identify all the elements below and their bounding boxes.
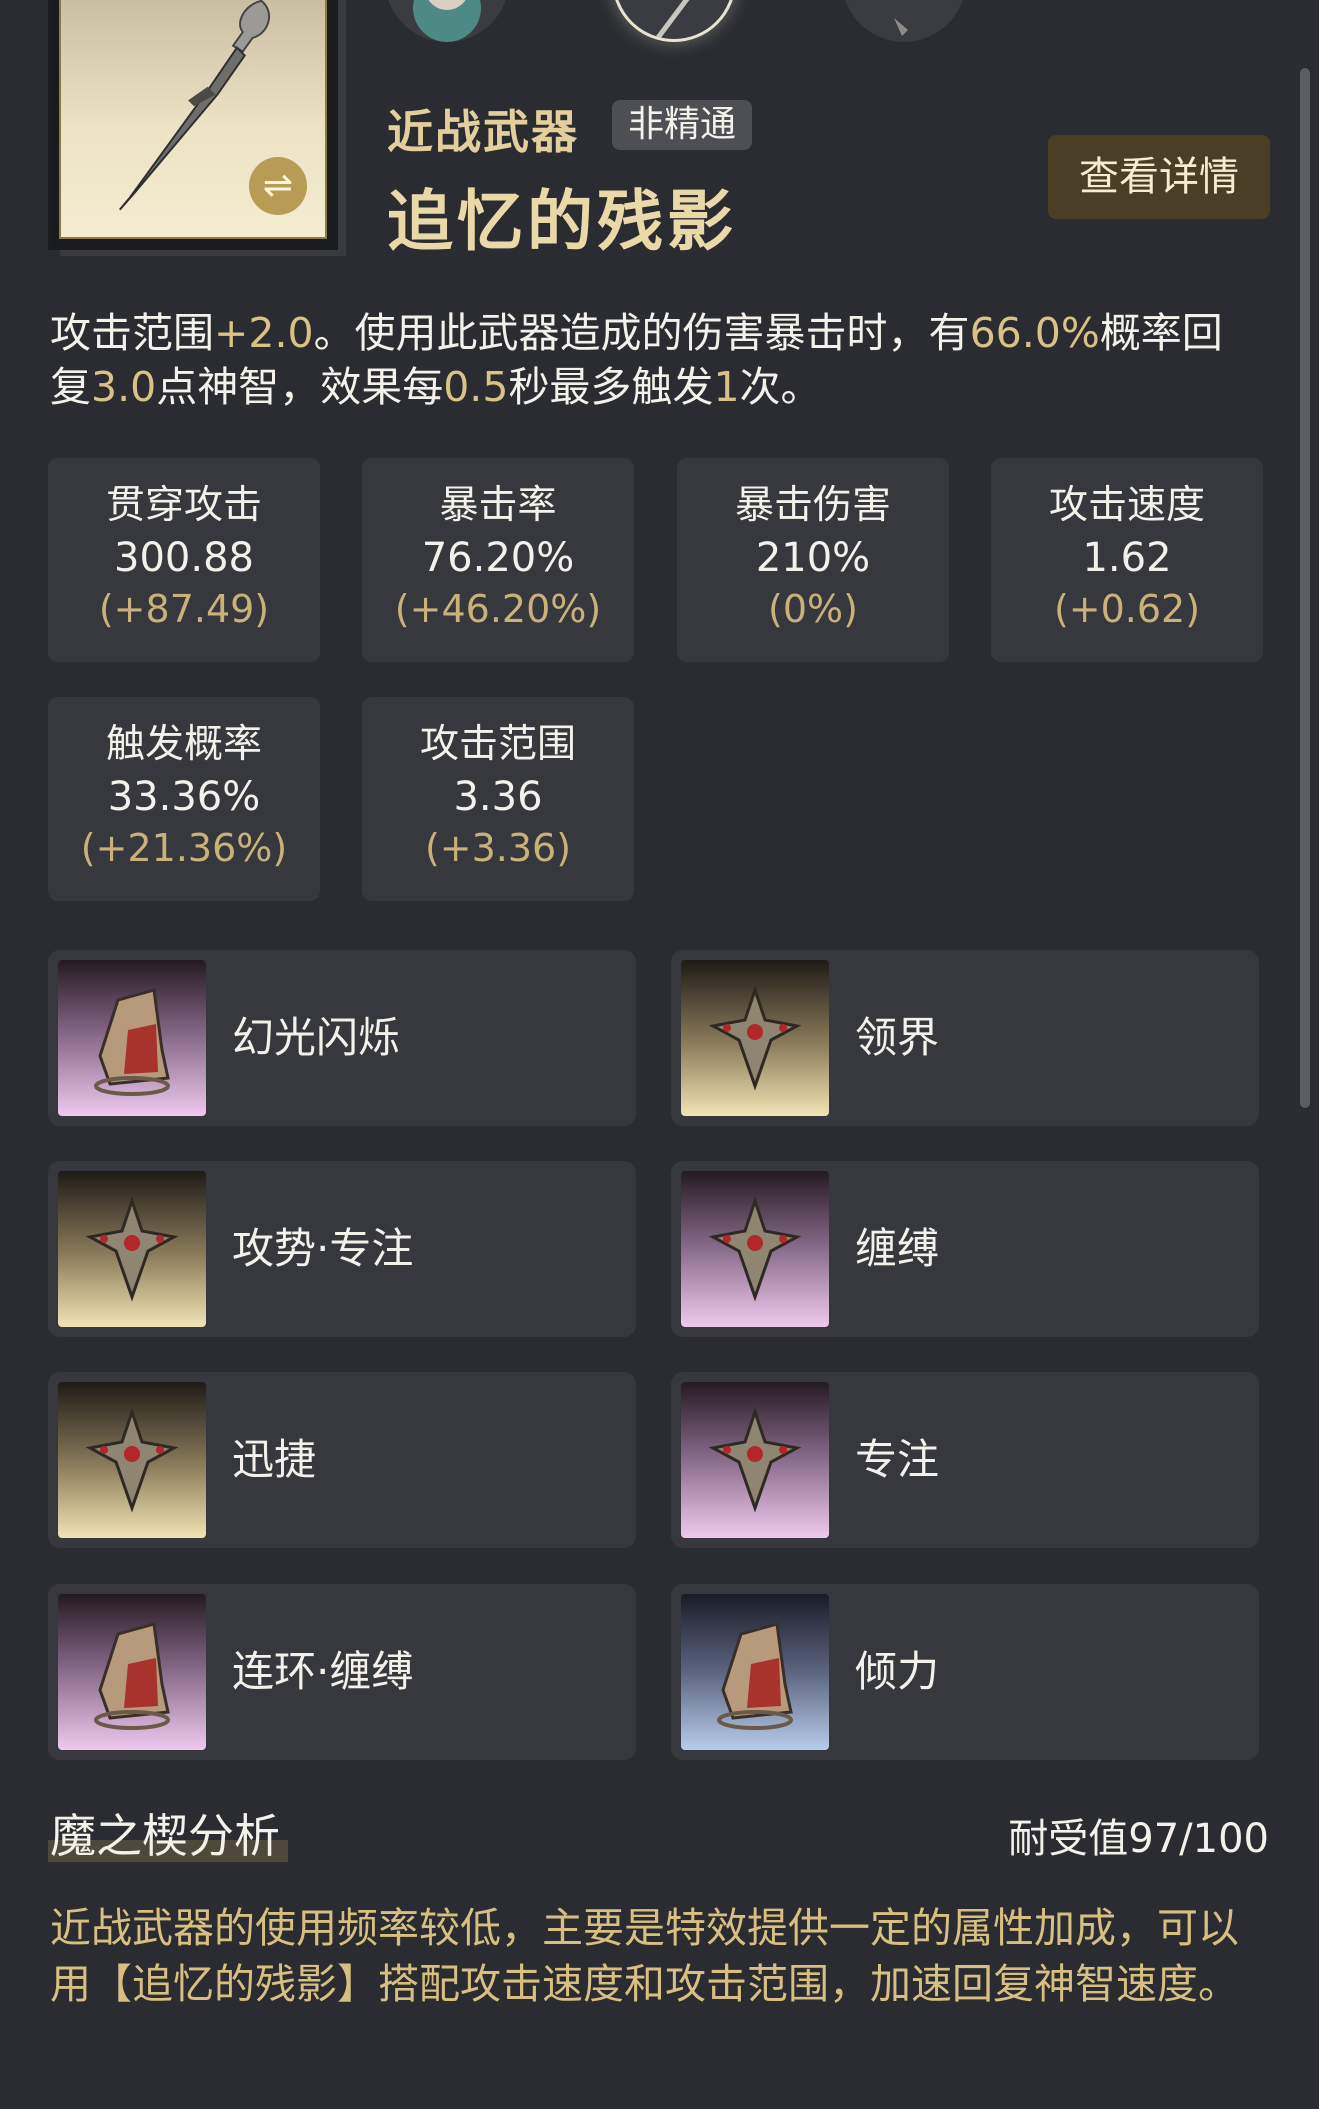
weapon-image: ⇌: [59, 0, 327, 239]
stat-bonus: (+46.20%): [394, 587, 602, 631]
skill-thumb: [681, 960, 829, 1116]
crest-icon: [85, 1407, 179, 1513]
stat-bonus: (+87.49): [98, 587, 270, 631]
stat-value: 3.36: [453, 774, 543, 820]
stat-label: 攻击速度: [1048, 483, 1205, 528]
stat-card-crit-rate: 暴击率 76.20% (+46.20%): [362, 458, 634, 662]
stat-label: 暴击伤害: [734, 483, 891, 528]
stat-label: 触发概率: [105, 722, 262, 767]
skill-item[interactable]: 倾力: [671, 1584, 1259, 1760]
swap-icon[interactable]: ⇌: [249, 157, 307, 215]
weapon-card[interactable]: ⇌: [48, 0, 338, 250]
skill-name: 攻势·专注: [232, 1224, 414, 1273]
analysis-title: 魔之楔分析: [50, 1809, 280, 1863]
stat-card-attack-speed: 攻击速度 1.62 (+0.62): [991, 458, 1263, 662]
crest-icon: [708, 985, 802, 1091]
durability-value: 耐受值97/100: [1008, 1816, 1269, 1862]
ranged-weapon-icon: [894, 18, 908, 36]
skill-item[interactable]: 专注: [671, 1372, 1259, 1548]
crest-icon: [708, 1407, 802, 1513]
weapon-slot-avatar-active[interactable]: [612, 0, 736, 42]
weapon-name: 追忆的残影: [387, 183, 737, 260]
character-avatar[interactable]: [385, 0, 509, 42]
skill-name: 倾力: [855, 1647, 940, 1696]
character-portrait-icon: [413, 0, 481, 42]
weapon-slot-avatar[interactable]: [842, 0, 966, 42]
stat-card-crit-damage: 暴击伤害 210% (0%): [677, 458, 949, 662]
skill-item[interactable]: 领界: [671, 950, 1259, 1126]
skill-thumb: [681, 1594, 829, 1750]
stat-bonus: (+21.36%): [80, 826, 288, 870]
stat-card-attack-range: 攻击范围 3.36 (+3.36): [362, 697, 634, 901]
weapon-category: 近战武器: [387, 105, 579, 159]
skill-thumb: [58, 960, 206, 1116]
stat-value: 1.62: [1082, 535, 1172, 581]
skill-thumb: [58, 1382, 206, 1538]
stat-label: 贯穿攻击: [105, 483, 262, 528]
skill-item[interactable]: 连环·缠缚: [48, 1584, 636, 1760]
stat-bonus: (+0.62): [1053, 587, 1201, 631]
skill-name: 连环·缠缚: [232, 1647, 414, 1696]
helm-icon: [94, 1622, 170, 1730]
stat-value: 210%: [755, 535, 871, 581]
stat-value: 300.88: [114, 535, 254, 581]
skill-thumb: [681, 1382, 829, 1538]
stat-label: 攻击范围: [419, 722, 576, 767]
weapon-description: 攻击范围+2.0。使用此武器造成的伤害暴击时，有66.0%概率回复3.0点神智，…: [50, 309, 1223, 411]
stat-card-trigger-chance: 触发概率 33.36% (+21.36%): [48, 697, 320, 901]
skill-item[interactable]: 迅捷: [48, 1372, 636, 1548]
skill-name: 迅捷: [232, 1435, 317, 1484]
skill-item[interactable]: 缠缚: [671, 1161, 1259, 1337]
skill-name: 缠缚: [855, 1224, 940, 1273]
stat-label: 暴击率: [439, 483, 557, 528]
skill-thumb: [681, 1171, 829, 1327]
helm-icon: [94, 988, 170, 1096]
skill-item[interactable]: 攻势·专注: [48, 1161, 636, 1337]
skill-name: 幻光闪烁: [232, 1013, 401, 1062]
sword-thumb-icon: [655, 0, 690, 39]
stat-value: 33.36%: [107, 774, 261, 820]
skill-thumb: [58, 1594, 206, 1750]
stat-bonus: (+3.36): [424, 826, 572, 870]
skill-name: 专注: [855, 1435, 940, 1484]
stat-value: 76.20%: [421, 535, 575, 581]
stat-bonus: (0%): [768, 587, 858, 631]
analysis-text: 近战武器的使用频率较低，主要是特效提供一定的属性加成，可以用【追忆的残影】搭配攻…: [50, 1904, 1239, 2008]
helm-icon: [717, 1622, 793, 1730]
skill-name: 领界: [855, 1013, 940, 1062]
crest-icon: [85, 1196, 179, 1302]
crest-icon: [708, 1196, 802, 1302]
skill-thumb: [58, 1171, 206, 1327]
skill-item[interactable]: 幻光闪烁: [48, 950, 636, 1126]
mastery-badge: 非精通: [612, 100, 753, 150]
stat-card-pierce-attack: 贯穿攻击 300.88 (+87.49): [48, 458, 320, 662]
view-details-button[interactable]: 查看详情: [1048, 135, 1270, 219]
scrollbar[interactable]: [1300, 68, 1310, 1108]
